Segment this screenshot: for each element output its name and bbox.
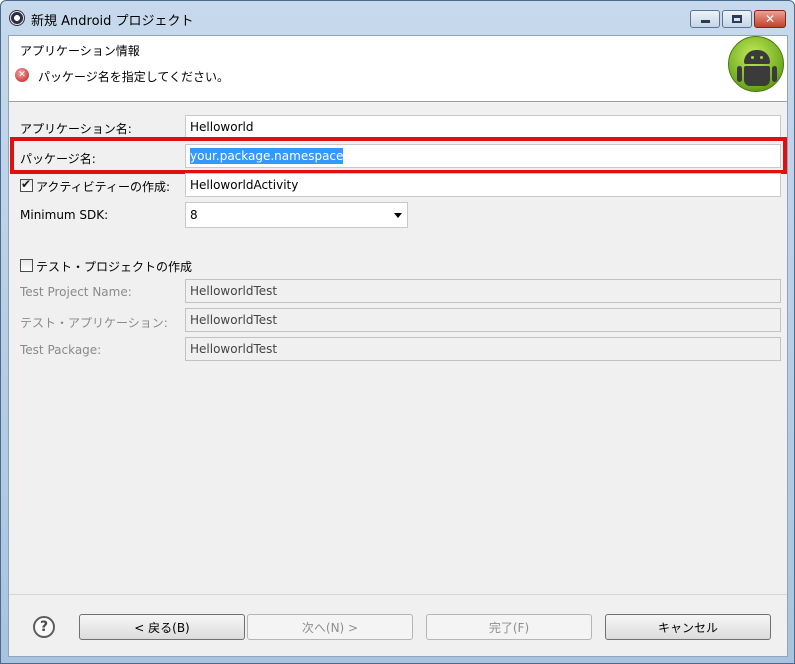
create-activity-label: アクティビティーの作成: — [36, 180, 171, 194]
test-package-label: Test Package: — [20, 343, 102, 357]
min-sdk-value: 8 — [190, 208, 198, 222]
test-project-name-input[interactable]: HelloworldTest — [185, 279, 781, 303]
test-project-name-label: Test Project Name: — [20, 285, 132, 299]
next-button[interactable]: 次へ(N) > — [247, 614, 413, 640]
error-icon: ✕ — [15, 68, 29, 82]
test-application-label: テスト・アプリケーション: — [20, 316, 168, 330]
android-logo-icon — [728, 36, 784, 92]
package-name-label: パッケージ名: — [20, 152, 96, 166]
android-eye — [760, 56, 763, 59]
create-test-checkbox[interactable] — [20, 259, 33, 272]
maximize-button[interactable] — [722, 10, 752, 28]
eclipse-icon — [9, 10, 25, 26]
page-title: アプリケーション情報 — [20, 44, 140, 58]
close-button[interactable]: ✕ — [754, 10, 786, 28]
help-icon[interactable]: ? — [33, 616, 55, 638]
app-name-input[interactable]: Helloworld — [185, 115, 781, 139]
footer-divider — [9, 594, 787, 595]
back-button[interactable]: < 戻る(B) — [79, 614, 245, 640]
test-package-input[interactable]: HelloworldTest — [185, 337, 781, 361]
close-icon: ✕ — [764, 12, 776, 26]
minimize-button[interactable] — [690, 10, 720, 28]
android-arm — [737, 66, 742, 82]
min-sdk-label: Minimum SDK: — [20, 208, 109, 222]
dialog-window: 新規 Android プロジェクト ✕ アプリケーション情報 ✕ パッケージ名を… — [0, 0, 795, 664]
maximize-icon — [732, 15, 742, 23]
chevron-down-icon — [394, 213, 402, 218]
window-title: 新規 Android プロジェクト — [31, 14, 194, 29]
android-arm — [772, 66, 777, 82]
wizard-header: アプリケーション情報 ✕ パッケージ名を指定してください。 — [9, 36, 787, 102]
package-name-input[interactable]: your.package.namespace — [185, 144, 781, 168]
android-eye — [751, 56, 754, 59]
android-head — [744, 50, 770, 64]
minimize-icon — [700, 20, 710, 23]
create-activity-checkbox[interactable] — [20, 177, 33, 192]
title-bar[interactable]: 新規 Android プロジェクト ✕ — [1, 1, 794, 35]
finish-button[interactable]: 完了(F) — [426, 614, 592, 640]
activity-name-input[interactable]: HelloworldActivity — [185, 173, 781, 197]
cancel-button[interactable]: キャンセル — [605, 614, 771, 640]
dialog-content: アプリケーション情報 ✕ パッケージ名を指定してください。 アプリケーション名:… — [8, 35, 788, 657]
error-message: パッケージ名を指定してください。 — [38, 70, 230, 84]
package-name-value: your.package.namespace — [190, 148, 344, 164]
test-application-input[interactable]: HelloworldTest — [185, 308, 781, 332]
app-name-label: アプリケーション名: — [20, 122, 132, 136]
create-test-label: テスト・プロジェクトの作成 — [36, 260, 193, 274]
android-body — [744, 66, 770, 86]
min-sdk-select[interactable]: 8 — [185, 202, 408, 228]
